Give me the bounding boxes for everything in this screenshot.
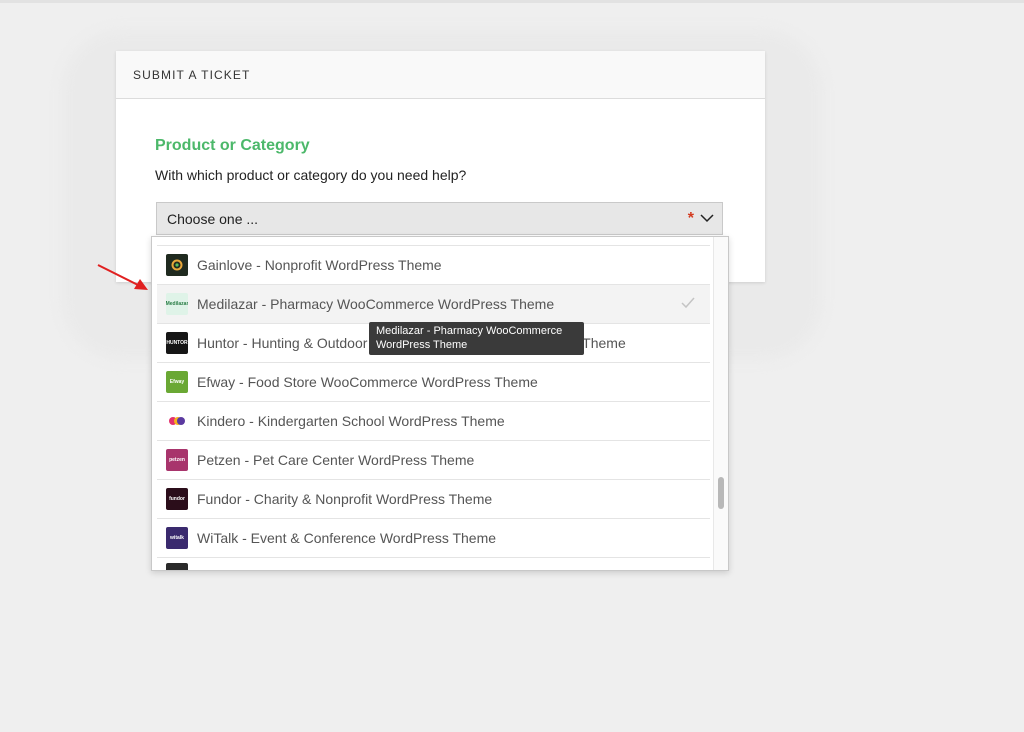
dropdown-list: Gainlove - Nonprofit WordPress Theme Med… — [157, 245, 710, 570]
kindero-logo-icon — [166, 410, 188, 432]
section-title: Product or Category — [155, 137, 310, 154]
list-item-partial[interactable] — [157, 557, 710, 570]
theme-logo-icon — [166, 563, 188, 570]
list-item-label: Efway - Food Store WooCommerce WordPress… — [197, 374, 538, 390]
select-placeholder: Choose one ... — [167, 210, 259, 227]
list-item-label: Fundor - Charity & Nonprofit WordPress T… — [197, 491, 493, 507]
list-item[interactable]: Medilazar Medilazar - Pharmacy WooCommer… — [157, 284, 710, 323]
list-item-label: Gainlove - Nonprofit WordPress Theme — [197, 257, 442, 273]
scrollbar-track[interactable] — [713, 237, 728, 570]
list-item[interactable]: Efway Efway - Food Store WooCommerce Wor… — [157, 362, 710, 401]
efway-logo-icon: Efway — [166, 371, 188, 393]
product-select[interactable]: Choose one ... * — [156, 202, 723, 235]
list-item[interactable]: petzen Petzen - Pet Care Center WordPres… — [157, 440, 710, 479]
witalk-logo-icon: witalk — [166, 527, 188, 549]
list-item[interactable]: Gainlove - Nonprofit WordPress Theme — [157, 245, 710, 284]
item-tooltip: Medilazar - Pharmacy WooCommerce WordPre… — [369, 322, 584, 355]
section-description: With which product or category do you ne… — [155, 167, 467, 183]
annotation-arrow-icon — [97, 264, 148, 290]
top-bar — [0, 0, 1024, 3]
required-icon: * — [687, 210, 694, 227]
medilazar-logo-icon: Medilazar — [166, 293, 188, 315]
list-item-label: Medilazar - Pharmacy WooCommerce WordPre… — [197, 296, 555, 312]
check-icon — [681, 297, 695, 309]
petzen-logo-icon: petzen — [166, 449, 188, 471]
product-dropdown[interactable]: Gainlove - Nonprofit WordPress Theme Med… — [151, 236, 729, 571]
list-item[interactable]: fundor Fundor - Charity & Nonprofit Word… — [157, 479, 710, 518]
list-item-label: Petzen - Pet Care Center WordPress Theme — [197, 452, 475, 468]
chevron-down-icon — [700, 214, 714, 223]
panel-header: SUBMIT A TICKET — [116, 51, 765, 99]
huntor-logo-icon: HUNTOR — [166, 332, 188, 354]
list-item[interactable]: Kindero - Kindergarten School WordPress … — [157, 401, 710, 440]
fundor-logo-icon: fundor — [166, 488, 188, 510]
list-item[interactable]: witalk WiTalk - Event & Conference WordP… — [157, 518, 710, 557]
list-item-label: Kindero - Kindergarten School WordPress … — [197, 413, 505, 429]
list-item-label: WiTalk - Event & Conference WordPress Th… — [197, 530, 497, 546]
scrollbar-thumb[interactable] — [718, 477, 724, 509]
gainlove-logo-icon — [166, 254, 188, 276]
